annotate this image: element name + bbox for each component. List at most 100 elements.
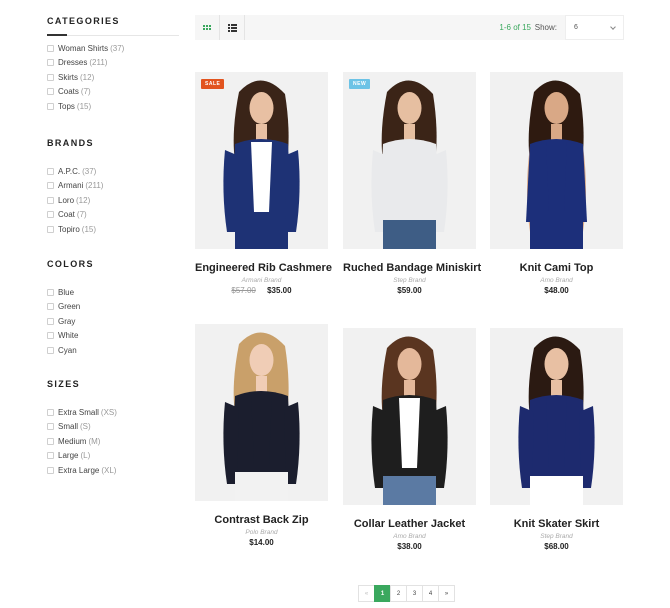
model-figure (195, 324, 328, 501)
product-image[interactable] (195, 324, 328, 501)
size-medium[interactable]: Medium (M) (47, 434, 187, 449)
brand-topiro[interactable]: Topiro (15) (47, 222, 187, 237)
checkbox[interactable] (47, 452, 54, 460)
checkbox[interactable] (47, 102, 54, 110)
size-extra-large[interactable]: Extra Large (XL) (47, 463, 187, 478)
colors-title: COLORS (47, 259, 94, 269)
product-brand: Polo Brand (245, 529, 278, 536)
product-card-collar-leather-jacket[interactable]: Collar Leather Jacket Amo Brand $38.00 (343, 328, 476, 551)
color-blue[interactable]: Blue (47, 285, 187, 300)
colors-list: Blue Green Gray White Cyan (47, 285, 187, 358)
product-image[interactable] (343, 328, 476, 505)
checkbox[interactable] (47, 346, 54, 354)
category-dresses[interactable]: Dresses (211) (47, 56, 187, 71)
product-card-ruched-bandage-miniskirt[interactable]: NEW Ruched Bandage Miniskirt Step Brand … (343, 72, 481, 295)
brand-coat[interactable]: Coat (7) (47, 208, 187, 223)
product-name[interactable]: Collar Leather Jacket (343, 518, 476, 530)
product-card-knit-skater-skirt[interactable]: Knit Skater Skirt Step Brand $68.00 (490, 328, 623, 551)
checkbox[interactable] (47, 303, 54, 311)
checkbox[interactable] (47, 211, 54, 219)
brands-section: BRANDS A.P.C. (37) Armani (211) Loro (12) C… (47, 138, 187, 237)
sizes-section: SIZES Extra Small (XS) Small (S) Medium (M)… (47, 379, 187, 478)
show-select-value: 6 (574, 24, 578, 31)
new-badge: NEW (349, 79, 371, 89)
checkbox[interactable] (47, 225, 54, 233)
brands-title: BRANDS (47, 138, 94, 148)
list-icon (227, 23, 237, 32)
product-card-engineered-rib-cashmere[interactable]: SALE Engineered Rib Cashmere Armani Bran… (195, 72, 332, 295)
product-name[interactable]: Engineered Rib Cashmere (195, 262, 332, 274)
checkbox[interactable] (47, 423, 54, 431)
color-white[interactable]: White (47, 329, 187, 344)
results-count: 1-6 of 15 (499, 23, 531, 32)
page-2-button[interactable]: 2 (390, 585, 407, 602)
colors-section: COLORS Blue Green Gray White Cyan (47, 259, 187, 358)
model-figure (195, 72, 328, 249)
product-price: $38.00 (343, 542, 476, 551)
page-1-button[interactable]: 1 (374, 585, 391, 602)
prev-page-button[interactable]: « (358, 585, 375, 602)
product-image[interactable]: NEW (343, 72, 476, 249)
show-label: Show: (534, 23, 557, 32)
category-coats[interactable]: Coats (7) (47, 85, 187, 100)
chevron-down-icon (610, 23, 616, 30)
product-current-price: $48.00 (544, 286, 569, 295)
size-small[interactable]: Small (S) (47, 420, 187, 435)
product-image[interactable]: SALE (195, 72, 328, 249)
model-figure (343, 328, 476, 505)
checkbox[interactable] (47, 73, 54, 81)
checkbox[interactable] (47, 196, 54, 204)
checkbox[interactable] (47, 317, 54, 325)
size-large[interactable]: Large (L) (47, 449, 187, 464)
model-figure (343, 72, 476, 249)
color-gray[interactable]: Gray (47, 314, 187, 329)
product-old-price: $57.00 (231, 286, 256, 295)
grid-icon (203, 25, 211, 30)
product-name[interactable]: Knit Cami Top (490, 262, 623, 274)
brand-apc[interactable]: A.P.C. (37) (47, 164, 187, 179)
product-image[interactable] (490, 328, 623, 505)
checkbox[interactable] (47, 59, 54, 67)
categories-section: CATEGORIES Woman Shirts (37) Dresses (211)… (47, 16, 187, 114)
checkbox[interactable] (47, 466, 54, 474)
checkbox[interactable] (47, 44, 54, 52)
product-brand: Step Brand (540, 533, 573, 540)
show-per-page-select[interactable]: 6 (565, 15, 624, 40)
checkbox[interactable] (47, 437, 54, 445)
product-current-price: $68.00 (544, 542, 569, 551)
size-extra-small[interactable]: Extra Small (XS) (47, 405, 187, 420)
product-card-knit-cami-top[interactable]: Knit Cami Top Amo Brand $48.00 (490, 72, 623, 295)
list-view-button[interactable] (220, 15, 245, 40)
section-divider (47, 34, 179, 36)
page-3-button[interactable]: 3 (406, 585, 423, 602)
product-price: $57.00 $35.00 (195, 286, 328, 295)
color-cyan[interactable]: Cyan (47, 343, 187, 358)
color-green[interactable]: Green (47, 300, 187, 315)
checkbox[interactable] (47, 167, 54, 175)
page-4-button[interactable]: 4 (422, 585, 439, 602)
product-card-contrast-back-zip[interactable]: Contrast Back Zip Polo Brand $14.00 (195, 324, 328, 547)
category-tops[interactable]: Tops (15) (47, 99, 187, 114)
brand-loro[interactable]: Loro (12) (47, 193, 187, 208)
product-current-price: $38.00 (397, 542, 422, 551)
checkbox[interactable] (47, 408, 54, 416)
categories-title: CATEGORIES (47, 16, 120, 26)
product-name[interactable]: Ruched Bandage Miniskirt (343, 262, 481, 274)
product-image[interactable] (490, 72, 623, 249)
product-current-price: $35.00 (267, 286, 292, 295)
brand-armani[interactable]: Armani (211) (47, 179, 187, 194)
product-name[interactable]: Contrast Back Zip (195, 514, 328, 526)
product-brand: Step Brand (393, 277, 426, 284)
next-page-button[interactable]: » (438, 585, 455, 602)
grid-view-button[interactable] (195, 15, 220, 40)
checkbox[interactable] (47, 182, 54, 190)
sizes-title: SIZES (47, 379, 81, 389)
product-name[interactable]: Knit Skater Skirt (490, 518, 623, 530)
category-woman-shirts[interactable]: Woman Shirts (37) (47, 41, 187, 56)
checkbox[interactable] (47, 88, 54, 96)
checkbox[interactable] (47, 332, 54, 340)
category-skirts[interactable]: Skirts (12) (47, 70, 187, 85)
product-current-price: $59.00 (397, 286, 422, 295)
checkbox[interactable] (47, 288, 54, 296)
categories-list: Woman Shirts (37) Dresses (211) Skirts (12)… (47, 41, 187, 114)
